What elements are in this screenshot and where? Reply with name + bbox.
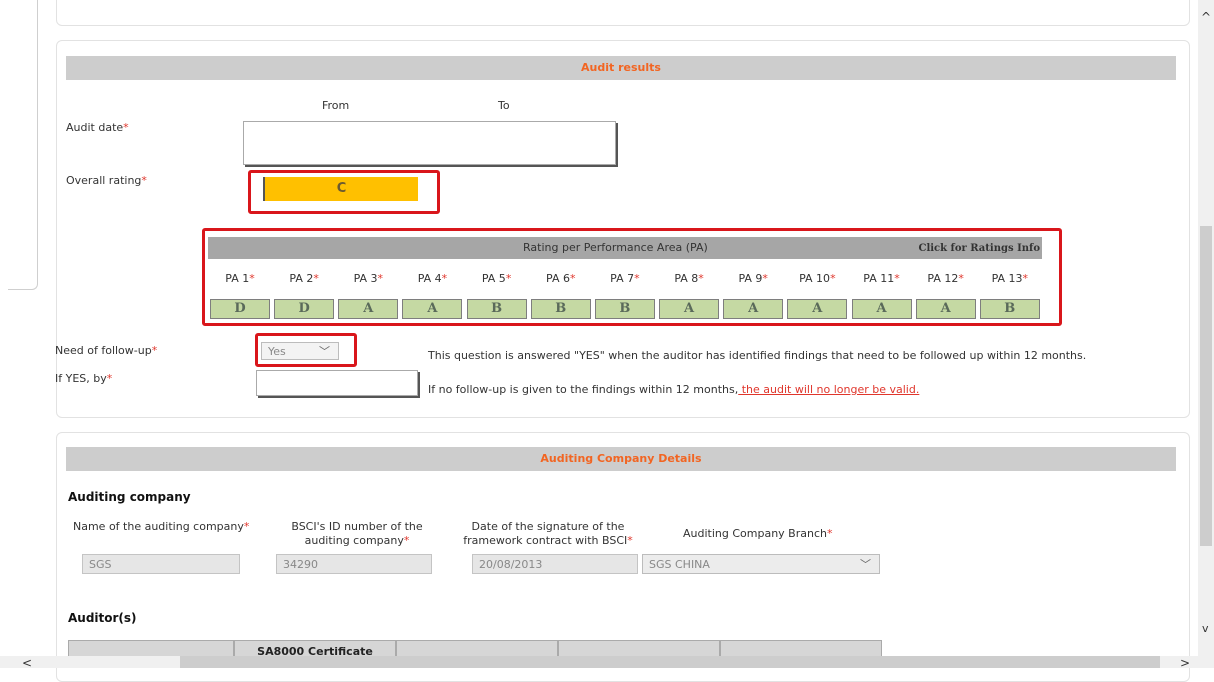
pa-rating-9: A	[723, 299, 784, 319]
horizontal-scrollbar[interactable]: < >	[0, 656, 1198, 670]
pa-label-13: PA 13*	[991, 272, 1029, 285]
scroll-down-icon[interactable]: v	[1202, 622, 1209, 635]
pa-label-10: PA 10*	[799, 272, 836, 285]
pa-label-3: PA 3*	[353, 272, 384, 285]
company-name-label: Name of the auditing company*	[73, 520, 250, 533]
followup-note: This question is answered "YES" when the…	[428, 349, 1087, 362]
contract-date-label: Date of the signature of the framework c…	[458, 520, 638, 548]
pa-label-9: PA 9*	[738, 272, 768, 285]
overall-rating-value: C	[263, 177, 418, 201]
pa-label-5: PA 5*	[481, 272, 512, 285]
pa-rating-8: A	[659, 299, 720, 319]
pa-rating-13: B	[979, 299, 1040, 319]
vertical-scrollbar[interactable]: ^ v	[1198, 0, 1214, 668]
pa-label-1: PA 1*	[225, 272, 255, 285]
to-label: To	[498, 99, 510, 112]
ratings-info-link[interactable]: Click for Ratings Info	[918, 238, 1040, 260]
pa-label-7: PA 7*	[610, 272, 640, 285]
contract-date-label-line1: Date of the signature of the	[471, 520, 625, 533]
pa-rating-7: B	[594, 299, 655, 319]
scroll-up-icon[interactable]: ^	[1201, 10, 1211, 24]
pa-label-6: PA 6*	[546, 272, 576, 285]
followup-label: Need of follow-up*	[55, 344, 158, 357]
company-id-label-line1: BSCI's ID number of the	[291, 520, 423, 533]
pa-rating-3: A	[338, 299, 399, 319]
pa-rating-6: B	[530, 299, 591, 319]
pa-rating-11: A	[851, 299, 912, 319]
from-label: From	[322, 99, 350, 112]
followup-select[interactable]: Yes ﹀	[261, 342, 339, 360]
pa-rating-1: D	[210, 299, 270, 319]
pa-label-12: PA 12*	[927, 272, 964, 285]
pa-label-4: PA 4*	[417, 272, 448, 285]
if-yes-label: If YES, by*	[55, 372, 113, 385]
followup-date-field[interactable]	[256, 370, 418, 396]
horizontal-scroll-thumb[interactable]	[180, 656, 1160, 668]
pa-rating-12: A	[915, 299, 976, 319]
auditing-company-subheading: Auditing company	[68, 490, 191, 504]
audit-results-header: Audit results	[66, 56, 1176, 80]
contract-date-label-line2: framework contract with BSCI*	[463, 534, 633, 547]
auditing-company-header: Auditing Company Details	[66, 447, 1176, 471]
branch-label: Auditing Company Branch*	[683, 527, 833, 540]
pa-label-8: PA 8*	[674, 272, 704, 285]
validity-warning: the audit will no longer be valid.	[738, 383, 920, 396]
pa-label-11: PA 11*	[863, 272, 900, 285]
validity-note: If no follow-up is given to the findings…	[428, 383, 920, 396]
pa-rating-5: B	[466, 299, 527, 319]
audit-date-label: Audit date*	[66, 121, 129, 134]
branch-select[interactable]: SGS CHINA ﹀	[642, 554, 880, 574]
left-panel-outline	[8, 0, 38, 290]
contract-date-field[interactable]: 20/08/2013	[472, 554, 638, 574]
previous-section-panel	[56, 0, 1190, 26]
company-name-field[interactable]: SGS	[82, 554, 240, 574]
pa-table-title: Rating per Performance Area (PA)	[523, 241, 708, 254]
pa-label-2: PA 2*	[289, 272, 319, 285]
pa-table-header: Rating per Performance Area (PA) Click f…	[208, 237, 1042, 259]
overall-rating-label: Overall rating*	[66, 174, 147, 187]
pa-rating-2: D	[274, 299, 335, 319]
audit-date-field[interactable]	[243, 121, 616, 165]
chevron-down-icon: ﹀	[860, 558, 871, 571]
company-id-label-line2: auditing company*	[304, 534, 410, 547]
company-id-field[interactable]: 34290	[276, 554, 432, 574]
pa-rating-10: A	[787, 299, 848, 319]
auditors-heading: Auditor(s)	[68, 611, 137, 625]
chevron-down-icon: ﹀	[319, 345, 330, 358]
vertical-scroll-thumb[interactable]	[1200, 226, 1212, 546]
pa-rating-4: A	[402, 299, 463, 319]
company-id-label: BSCI's ID number of the auditing company…	[282, 520, 432, 548]
